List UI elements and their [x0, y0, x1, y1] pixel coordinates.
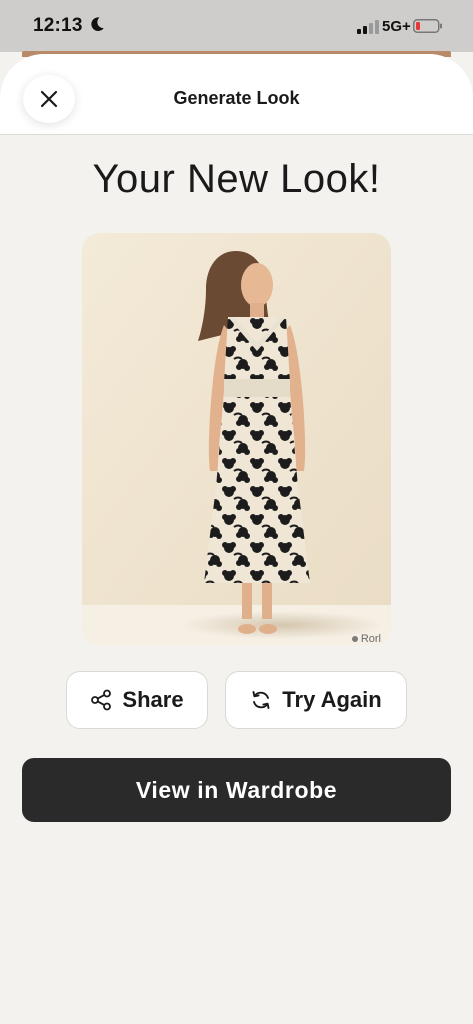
share-icon [91, 689, 112, 711]
status-time: 12:13 [33, 15, 83, 36]
battery-icon [413, 19, 442, 33]
view-in-wardrobe-button[interactable]: View in Wardrobe [22, 758, 451, 822]
share-button[interactable]: Share [66, 671, 208, 729]
status-bar: 12:13 5G+ [0, 0, 473, 52]
view-in-wardrobe-label: View in Wardrobe [135, 776, 338, 803]
header-title: Generate Look [173, 88, 300, 108]
moon-icon [91, 17, 104, 31]
model-photo [82, 233, 391, 645]
watermark-dot-icon [351, 636, 358, 642]
page-title: Your New Look! [92, 157, 381, 201]
sheet-header: Generate Look [0, 54, 473, 135]
refresh-icon [252, 691, 270, 709]
try-again-button[interactable]: Try Again [225, 671, 407, 729]
generated-look-image: Rorl [82, 233, 391, 645]
watermark-text: Rorl [360, 633, 381, 645]
try-again-label: Try Again [282, 687, 382, 712]
image-watermark: Rorl [351, 633, 381, 645]
generate-look-sheet: Generate Look Your New Look! Rorl Share … [0, 54, 473, 1024]
network-type: 5G+ [382, 18, 411, 35]
share-label: Share [122, 687, 184, 712]
signal-icon [357, 20, 379, 34]
